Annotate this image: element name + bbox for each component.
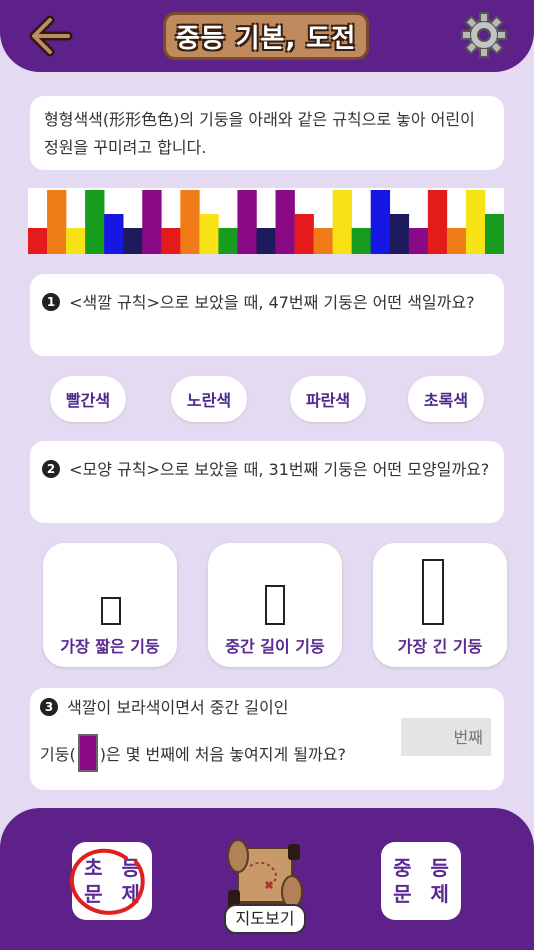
question-1-text: <색깔 규칙>으로 보았을 때, 47번째 기둥은 어떤 색일까요? (69, 293, 475, 312)
question-3-card: 3 색깔이 보라색이면서 중간 길이인 기둥( )은 몇 번째에 처음 놓여지게… (30, 688, 504, 790)
intro-text: 형형색색(形形色色)의 기둥을 아래와 같은 규칙으로 놓아 어린이 정원을 꾸… (44, 110, 475, 157)
pillar (408, 228, 429, 254)
middle-button-line2: 문 제 (393, 882, 455, 906)
pillar (427, 190, 448, 254)
shape-option-longest[interactable]: 가장 긴 기둥 (373, 543, 507, 667)
question-3-line2-pre: 기둥( (40, 745, 76, 764)
question-1-card: 1 <색깔 규칙>으로 보았을 때, 47번째 기둥은 어떤 색일까요? (30, 274, 504, 356)
shape-option-label: 가장 긴 기둥 (397, 637, 483, 656)
pillar-pattern (28, 190, 504, 254)
question-2-card: 2 <모양 규칙>으로 보았을 때, 31번째 기둥은 어떤 모양일까요? (30, 441, 504, 523)
shape-option-middle[interactable]: 중간 길이 기둥 (208, 543, 342, 667)
long-pillar-outline (422, 559, 444, 625)
pillar (47, 190, 67, 254)
pillar (199, 214, 219, 254)
question-1-number: 1 (42, 293, 60, 311)
middle-problems-button[interactable]: 중 등 문 제 (381, 842, 461, 920)
pillar (66, 228, 86, 254)
color-option-yellow[interactable]: 노란색 (171, 376, 247, 422)
pillar (275, 190, 295, 254)
middle-pillar-outline (265, 585, 285, 625)
pillar (180, 190, 200, 254)
pillar (85, 190, 105, 254)
shape-option-shortest[interactable]: 가장 짧은 기둥 (43, 543, 177, 667)
color-option-green[interactable]: 초록색 (408, 376, 484, 422)
pillar (237, 190, 257, 254)
header-bar: 중등 기본, 도전 (0, 0, 534, 72)
shape-option-label: 가장 짧은 기둥 (60, 637, 160, 656)
map-label[interactable]: 지도보기 (224, 904, 306, 934)
intro-card: 형형색색(形形色色)의 기둥을 아래와 같은 규칙으로 놓아 어린이 정원을 꾸… (30, 96, 504, 170)
pillar (351, 228, 372, 254)
elementary-problems-button[interactable]: 초 등 문 제 (69, 842, 152, 920)
color-option-red[interactable]: 빨간색 (50, 376, 126, 422)
question-3-line2-post: )은 몇 번째에 처음 놓여지게 될까요? (99, 745, 346, 764)
pillar (465, 190, 486, 254)
answer-input[interactable] (401, 718, 491, 756)
pillar (332, 190, 352, 254)
pillar (123, 228, 143, 254)
page-title: 중등 기본, 도전 (175, 23, 357, 54)
pillar (256, 228, 276, 254)
question-3-number: 3 (40, 698, 58, 716)
pillar (142, 190, 162, 254)
question-3-line1: 색깔이 보라색이면서 중간 길이인 (67, 698, 289, 717)
short-pillar-outline (101, 597, 121, 625)
pillar (313, 228, 333, 254)
back-arrow-icon[interactable] (24, 10, 76, 62)
pillar (294, 214, 314, 254)
color-option-blue[interactable]: 파란색 (290, 376, 366, 422)
pillar (218, 228, 238, 254)
gear-icon[interactable] (459, 10, 509, 60)
question-2-number: 2 (42, 460, 60, 478)
pillar (104, 214, 124, 254)
pillar (28, 228, 48, 254)
pillar-pattern-strip (28, 188, 504, 254)
purple-middle-pillar-swatch (77, 734, 98, 772)
pillar (161, 228, 181, 254)
pillar (389, 214, 410, 254)
pillar (484, 214, 504, 254)
shape-option-label: 중간 길이 기둥 (225, 637, 325, 656)
page-title-plate: 중등 기본, 도전 (163, 12, 369, 60)
middle-button-line1: 중 등 (393, 856, 455, 880)
pillar (446, 228, 467, 254)
question-2-text: <모양 규칙>으로 보았을 때, 31번째 기둥은 어떤 모양일까요? (69, 460, 490, 479)
pillar (370, 190, 391, 254)
red-circle-mark (69, 848, 145, 915)
